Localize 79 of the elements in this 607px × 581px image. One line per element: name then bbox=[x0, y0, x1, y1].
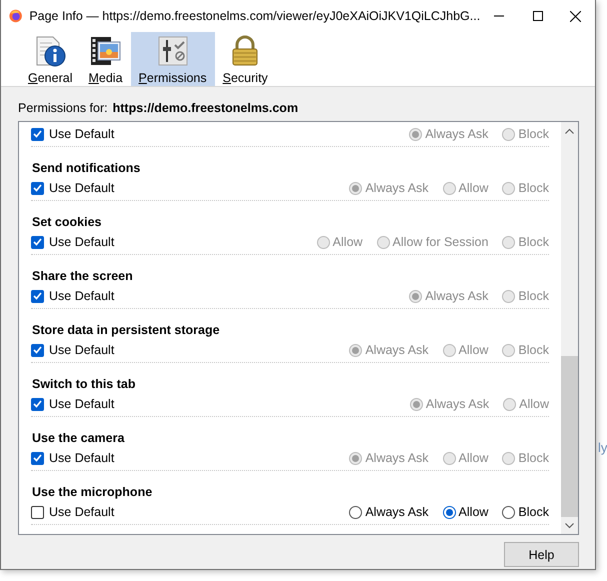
radio-label: Allow bbox=[519, 397, 549, 411]
radio-button[interactable] bbox=[409, 290, 422, 302]
tab[interactable]: General bbox=[20, 32, 80, 86]
radio-label: Allow bbox=[458, 343, 488, 357]
checkbox-label: Use Default bbox=[49, 343, 114, 357]
radio-label: Always Ask bbox=[365, 181, 429, 195]
radio-label: Always Ask bbox=[365, 343, 429, 357]
radio-label: Always Ask bbox=[425, 127, 488, 141]
checkbox-label: Use Default bbox=[49, 181, 114, 195]
radio-button[interactable] bbox=[442, 182, 456, 194]
radio-button[interactable] bbox=[502, 452, 516, 464]
radio-button[interactable] bbox=[410, 398, 423, 410]
radio-label: Allow bbox=[458, 181, 488, 195]
use-default-checkbox[interactable] bbox=[31, 398, 44, 410]
radio-label: Allow bbox=[458, 505, 488, 519]
permission-name: Use the microphone bbox=[32, 485, 154, 499]
radio-button[interactable] bbox=[349, 344, 362, 356]
radio-label: Always Ask bbox=[365, 505, 429, 519]
slider-check-icon bbox=[156, 34, 190, 68]
permission-name: Store data in persistent storage bbox=[32, 323, 221, 337]
permissions-for-label: Permissions for: bbox=[18, 101, 108, 115]
site-address: https://demo.freestonelms.com bbox=[112, 101, 298, 115]
permission-name: Use the camera bbox=[32, 431, 126, 445]
radio-button[interactable] bbox=[502, 290, 516, 302]
radio-button[interactable] bbox=[502, 128, 516, 140]
radio-button[interactable] bbox=[502, 344, 516, 356]
permission-name: Switch to this tab bbox=[32, 377, 136, 391]
scroll-thumb[interactable] bbox=[561, 356, 578, 517]
tab[interactable]: Media bbox=[80, 32, 131, 86]
use-default-checkbox[interactable] bbox=[31, 128, 44, 140]
radio-button[interactable] bbox=[376, 236, 390, 248]
tab[interactable]: Permissions bbox=[130, 32, 215, 86]
radio-button[interactable] bbox=[442, 452, 456, 464]
radio-label: Always Ask bbox=[426, 397, 490, 411]
radio-label: Block bbox=[518, 451, 549, 465]
radio-label: Allow bbox=[332, 235, 363, 249]
close-icon[interactable] bbox=[570, 10, 582, 22]
use-default-checkbox[interactable] bbox=[31, 506, 44, 518]
radio-button[interactable] bbox=[409, 128, 422, 140]
checkbox-label: Use Default bbox=[49, 505, 114, 519]
radio-button[interactable] bbox=[502, 506, 516, 518]
radio-label: Block bbox=[518, 181, 549, 195]
radio-label: Block bbox=[518, 343, 549, 357]
radio-button[interactable] bbox=[316, 236, 330, 248]
permission-name: Send notifications bbox=[32, 161, 142, 175]
radio-label: Block bbox=[518, 235, 549, 249]
radio-label: Allow for Session bbox=[392, 235, 488, 249]
radio-label: Allow bbox=[458, 451, 488, 465]
radio-button[interactable] bbox=[442, 506, 456, 518]
radio-button[interactable] bbox=[349, 182, 362, 194]
radio-button[interactable] bbox=[502, 182, 516, 194]
radio-label: Block bbox=[518, 127, 549, 141]
permission-name: Share the screen bbox=[32, 269, 134, 283]
radio-label: Block bbox=[518, 505, 549, 519]
checkbox-label: Use Default bbox=[49, 127, 114, 141]
tab[interactable]: Security bbox=[214, 32, 276, 86]
use-default-checkbox[interactable] bbox=[31, 236, 44, 248]
radio-button[interactable] bbox=[349, 452, 362, 464]
use-default-checkbox[interactable] bbox=[31, 344, 44, 356]
checkbox-label: Use Default bbox=[49, 451, 114, 465]
permission-name: Set cookies bbox=[32, 215, 102, 229]
use-default-checkbox[interactable] bbox=[31, 452, 44, 464]
radio-button[interactable] bbox=[442, 344, 456, 356]
checkbox-label: Use Default bbox=[49, 235, 114, 249]
browser-logo-icon bbox=[9, 8, 22, 24]
radio-button[interactable] bbox=[502, 236, 516, 248]
radio-button[interactable] bbox=[349, 506, 362, 518]
background-text: ly bbox=[598, 440, 607, 455]
checkbox-label: Use Default bbox=[49, 289, 114, 303]
maximize-icon[interactable] bbox=[532, 11, 543, 21]
use-default-checkbox[interactable] bbox=[31, 290, 44, 302]
checkbox-label: Use Default bbox=[49, 397, 114, 411]
radio-label: Always Ask bbox=[365, 451, 429, 465]
radio-label: Always Ask bbox=[425, 289, 488, 303]
radio-button[interactable] bbox=[503, 398, 516, 410]
radio-label: Block bbox=[518, 289, 549, 303]
use-default-checkbox[interactable] bbox=[31, 182, 44, 194]
window-title: Page Info — https://demo.freestonelms.com/viewer/eyJ0eXAiOiJKV1QiLCJhbG... bbox=[29, 9, 480, 23]
help-button[interactable]: Help bbox=[504, 542, 579, 567]
